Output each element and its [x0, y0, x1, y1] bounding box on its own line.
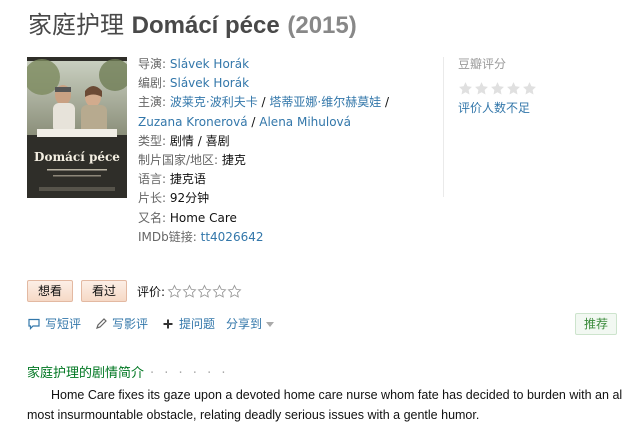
caret-down-icon: [265, 317, 279, 331]
share-dropdown[interactable]: 分享到: [226, 315, 279, 332]
rating-label: 豆瓣评分: [458, 57, 507, 71]
recommend-button[interactable]: 推荐: [574, 313, 617, 335]
country-row: 制片国家/地区: 捷克: [138, 151, 438, 170]
share-label: 分享到: [226, 317, 263, 331]
title-year: (2015): [287, 12, 357, 39]
plus-icon: [161, 317, 175, 331]
cast-separator: /: [381, 95, 390, 110]
imdb-label: IMDb链接:: [138, 229, 197, 244]
aka-row: 又名: Home Care: [138, 209, 438, 228]
cast-link[interactable]: 波莱克·波利夫卡: [170, 95, 258, 109]
tools-row: 写短评 写影评 提问题 分享到 推荐: [27, 313, 617, 337]
movie-info: 导演: Slávek Horák 编剧: Slávek Horák 主演: 波莱…: [138, 55, 438, 247]
star-icon[interactable]: [197, 284, 212, 299]
summary-line: Home Care fixes its gaze upon a devoted …: [51, 388, 623, 402]
cast-link[interactable]: 塔蒂亚娜·维尔赫莫娃: [269, 95, 381, 109]
speech-bubble-icon: [27, 317, 41, 331]
director-link[interactable]: Slávek Horák: [170, 57, 249, 71]
summary-heading: 家庭护理的剧情简介 · · · · · ·: [27, 362, 228, 381]
action-bar: 想看 看过 评价:: [27, 280, 242, 302]
movie-poster[interactable]: Domácí péce: [27, 57, 127, 198]
cast-link[interactable]: Zuzana Kronerová: [138, 115, 248, 129]
cast-row-continued: Zuzana Kronerová / Alena Mihulová: [138, 113, 438, 132]
rating-box: 豆瓣评分 评价人数不足: [443, 57, 613, 197]
genre-separator: /: [193, 133, 206, 148]
runtime-value: 92分钟: [169, 191, 210, 206]
title-original: Domácí péce: [131, 12, 280, 39]
star-icon: [522, 81, 537, 96]
writer-link[interactable]: Slávek Horák: [170, 76, 249, 90]
cast-separator: /: [257, 95, 270, 110]
imdb-link[interactable]: tt4026642: [201, 230, 264, 244]
star-icon: [458, 81, 473, 96]
write-short-review-label: 写短评: [45, 317, 82, 331]
aka-label: 又名:: [138, 210, 167, 225]
cast-separator: /: [247, 114, 260, 129]
summary-line: most insurmountable obstacle, relating d…: [27, 408, 480, 422]
summary-text: Home Care fixes its gaze upon a devoted …: [27, 385, 633, 425]
runtime-label: 片长:: [138, 191, 167, 206]
star-icon: [474, 81, 489, 96]
language-value: 捷克语: [169, 172, 206, 187]
genre-value: 喜剧: [205, 133, 230, 148]
rate-label: 评价:: [137, 284, 166, 299]
country-label: 制片国家/地区:: [138, 153, 219, 168]
ask-question-link[interactable]: 提问题: [161, 315, 215, 332]
star-icon[interactable]: [182, 284, 197, 299]
write-short-review-link[interactable]: 写短评: [27, 315, 81, 332]
cast-link[interactable]: Alena Mihulová: [259, 115, 351, 129]
not-enough-ratings[interactable]: 评价人数不足: [458, 99, 613, 116]
star-icon: [490, 81, 505, 96]
star-icon[interactable]: [167, 284, 182, 299]
star-icon: [506, 81, 521, 96]
cast-label: 主演:: [138, 95, 167, 110]
poster-image: Domácí péce: [27, 57, 127, 198]
genre-row: 类型: 剧情 / 喜剧: [138, 132, 438, 151]
director-label: 导演:: [138, 57, 167, 71]
ask-question-label: 提问题: [179, 317, 216, 331]
summary-title: 家庭护理的剧情简介: [27, 366, 145, 381]
genre-value: 剧情: [169, 133, 194, 148]
writer-label: 编剧:: [138, 76, 167, 91]
poster-title: Domácí péce: [34, 150, 120, 164]
title-chinese: 家庭护理: [28, 11, 124, 39]
aka-value: Home Care: [169, 210, 237, 225]
cast-row: 主演: 波莱克·波利夫卡 / 塔蒂亚娜·维尔赫莫娃 /: [138, 93, 438, 112]
star-icon[interactable]: [212, 284, 227, 299]
director-row: 导演: Slávek Horák: [138, 55, 438, 74]
country-value: 捷克: [221, 153, 246, 168]
write-review-link[interactable]: 写影评: [94, 315, 148, 332]
writer-row: 编剧: Slávek Horák: [138, 74, 438, 93]
imdb-row: IMDb链接: tt4026642: [138, 228, 438, 247]
write-review-label: 写影评: [112, 317, 149, 331]
genre-label: 类型:: [138, 133, 167, 148]
watched-button[interactable]: 看过: [81, 280, 128, 302]
rate-stars: [167, 284, 242, 299]
summary-dots: · · · · · ·: [150, 366, 229, 381]
star-icon[interactable]: [227, 284, 242, 299]
want-to-watch-button[interactable]: 想看: [27, 280, 74, 302]
runtime-row: 片长: 92分钟: [138, 189, 438, 208]
page-title: 家庭护理 Domácí péce (2015): [28, 10, 357, 41]
language-row: 语言: 捷克语: [138, 170, 438, 189]
rating-stars: [458, 81, 613, 96]
language-label: 语言:: [138, 172, 167, 187]
pencil-icon: [94, 317, 108, 331]
